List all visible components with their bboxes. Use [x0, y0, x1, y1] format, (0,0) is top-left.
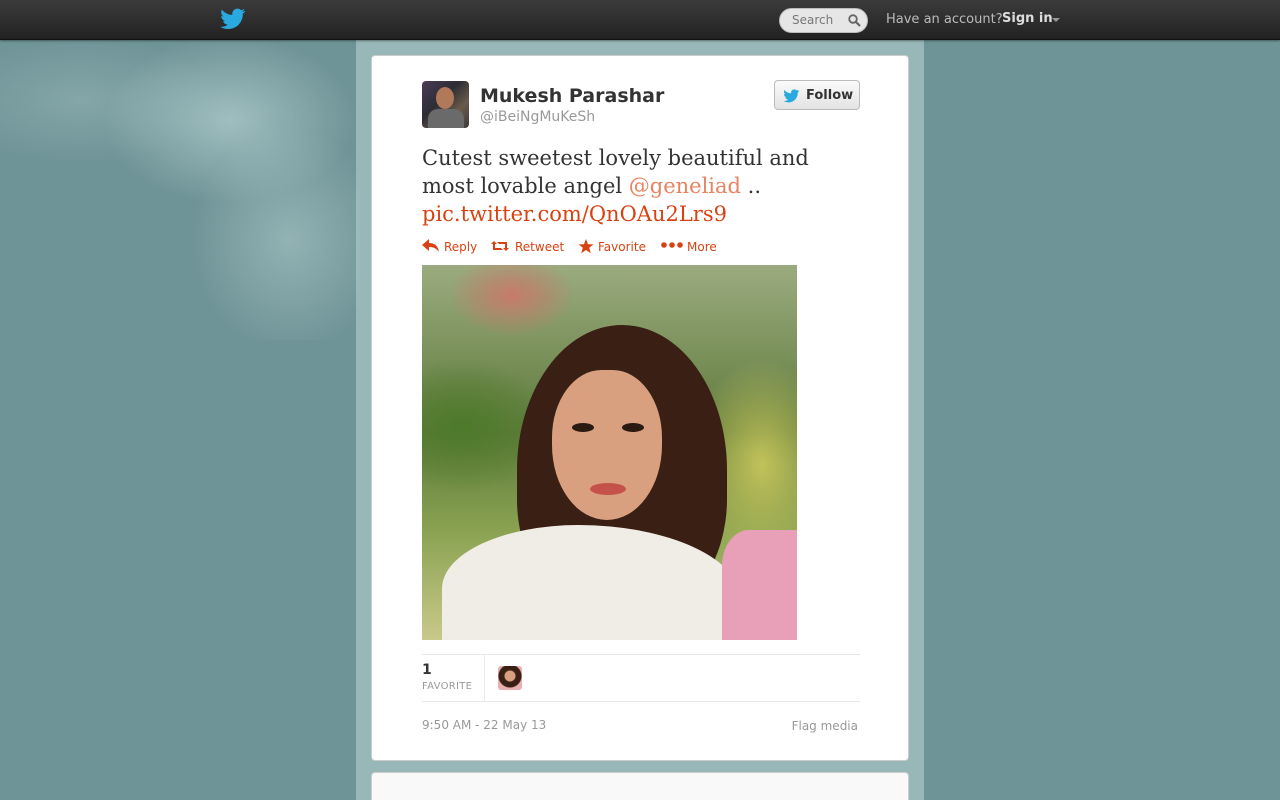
stats-divider	[422, 654, 860, 655]
screen-name[interactable]: @iBeiNgMuKeSh	[480, 109, 595, 125]
favorite-button[interactable]: Favorite	[578, 237, 650, 257]
retweet-label: Retweet	[515, 240, 565, 254]
top-bar: Search Have an account? Sign in	[0, 0, 1280, 40]
mention-link[interactable]: @geneliad	[629, 174, 741, 198]
more-dots-icon	[661, 242, 683, 248]
caret-down-icon[interactable]	[1052, 18, 1060, 22]
display-name[interactable]: Mukesh Parashar	[480, 85, 664, 107]
avatar[interactable]	[422, 81, 469, 128]
avatar-body	[428, 109, 464, 128]
photo-eye-left	[572, 423, 594, 432]
reply-button[interactable]: Reply	[422, 237, 478, 257]
background-foliage	[0, 40, 360, 340]
secondary-card	[371, 772, 909, 800]
photo-lips	[590, 483, 626, 495]
more-button[interactable]: More	[661, 237, 719, 257]
twitter-bird-icon	[783, 89, 800, 103]
tweet-timestamp[interactable]: 9:50 AM - 22 May 13	[422, 718, 546, 732]
more-label: More	[687, 240, 717, 254]
stats-divider	[422, 701, 860, 702]
tweet-photo[interactable]	[422, 265, 797, 640]
reply-icon	[422, 239, 439, 252]
stats-separator	[484, 655, 485, 701]
have-account-text: Have an account?	[886, 12, 1003, 27]
favorite-count-label: FAVORITE	[422, 681, 473, 692]
search-placeholder: Search	[792, 13, 834, 27]
follow-label: Follow	[806, 88, 854, 103]
photo-face	[552, 370, 662, 520]
search-icon[interactable]	[848, 14, 861, 27]
search-input[interactable]: Search	[779, 8, 868, 33]
reply-label: Reply	[444, 240, 478, 254]
avatar-face	[436, 87, 454, 109]
star-icon	[578, 239, 594, 254]
signin-button[interactable]: Sign in	[1002, 11, 1053, 26]
flag-media-link[interactable]: Flag media	[792, 719, 858, 733]
photo-eye-right	[622, 423, 644, 432]
tweet-text: Cutest sweetest lovely beautiful and mos…	[422, 144, 852, 228]
follow-button[interactable]: Follow	[774, 80, 860, 110]
pic-link[interactable]: pic.twitter.com/QnOAu2Lrs9	[422, 202, 727, 226]
retweet-button[interactable]: Retweet	[490, 237, 566, 257]
twitter-bird-icon[interactable]	[220, 8, 246, 30]
photo-pink-fabric	[722, 530, 797, 640]
retweet-icon	[491, 241, 509, 251]
favoriter-avatar[interactable]	[498, 666, 522, 690]
favorite-label: Favorite	[598, 240, 646, 254]
tweet-card: Mukesh Parashar @iBeiNgMuKeSh Follow Cut…	[371, 55, 909, 761]
tweet-text-mid: ..	[740, 174, 762, 198]
favorite-count[interactable]: 1	[422, 662, 432, 678]
